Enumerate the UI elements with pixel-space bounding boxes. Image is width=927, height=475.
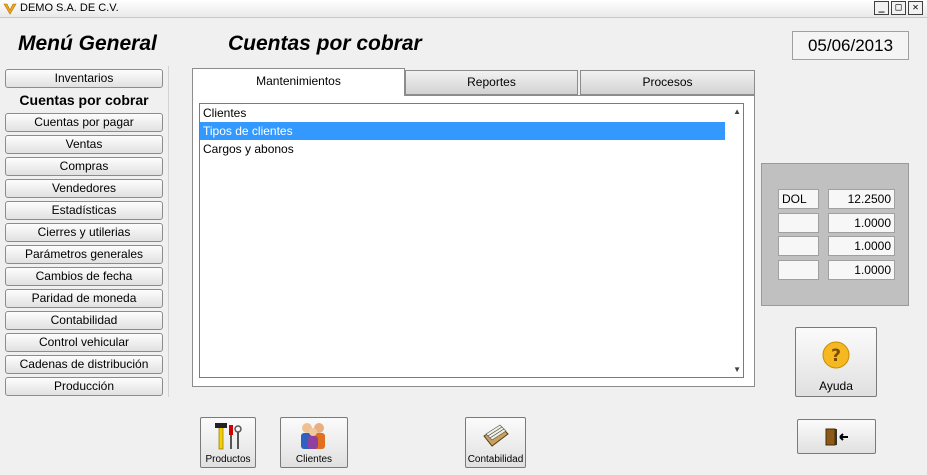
date-display: 05/06/2013 [792, 31, 909, 60]
window-titlebar: DEMO S.A. DE C.V. _ □ ✕ [0, 0, 927, 18]
currency-rate: 1.0000 [828, 213, 895, 233]
sidebar-item-cuentas-por-cobrar[interactable]: Cuentas por cobrar [5, 91, 163, 110]
scroll-up-arrow-icon[interactable]: ▲ [733, 107, 741, 116]
sidebar-item-inventarios[interactable]: Inventarios [5, 69, 163, 88]
svg-text:?: ? [831, 346, 841, 366]
list-item-tipos-de-clientes[interactable]: Tipos de clientes [200, 122, 725, 140]
currency-rates-panel: DOL 12.2500 1.0000 1.0000 1.0000 [761, 163, 909, 306]
sidebar-item-contabilidad[interactable]: Contabilidad [5, 311, 163, 330]
people-icon [301, 423, 325, 449]
sidebar-item-vendedores[interactable]: Vendedores [5, 179, 163, 198]
question-icon: ? [822, 341, 850, 369]
sidebar-item-cierres-y-utilerias[interactable]: Cierres y utilerias [5, 223, 163, 242]
list-item-cargos-y-abonos[interactable]: Cargos y abonos [200, 140, 725, 158]
currency-rate: 12.2500 [828, 189, 895, 209]
app-icon [3, 3, 17, 15]
sidebar-menu: Inventarios Cuentas por cobrar Cuentas p… [5, 69, 165, 399]
sidebar-item-compras[interactable]: Compras [5, 157, 163, 176]
maximize-button[interactable]: □ [891, 1, 906, 15]
tab-procesos[interactable]: Procesos [580, 70, 755, 95]
sidebar-item-cambios-de-fecha[interactable]: Cambios de fecha [5, 267, 163, 286]
sidebar-item-cuentas-por-pagar[interactable]: Cuentas por pagar [5, 113, 163, 132]
ayuda-button[interactable]: ? Ayuda [795, 327, 877, 397]
sidebar-item-parametros-generales[interactable]: Parámetros generales [5, 245, 163, 264]
close-button[interactable]: ✕ [908, 1, 923, 15]
contabilidad-button[interactable]: Contabilidad [465, 417, 526, 468]
currency-code [778, 260, 819, 280]
sidebar-item-produccion[interactable]: Producción [5, 377, 163, 396]
scroll-down-arrow-icon[interactable]: ▼ [733, 365, 741, 374]
sidebar-item-ventas[interactable]: Ventas [5, 135, 163, 154]
tab-reportes[interactable]: Reportes [405, 70, 578, 95]
exit-door-icon [825, 428, 848, 446]
sidebar-item-estadisticas[interactable]: Estadísticas [5, 201, 163, 220]
tab-mantenimientos[interactable]: Mantenimientos [192, 68, 405, 96]
sidebar-item-cadenas-de-distribucion[interactable]: Cadenas de distribución [5, 355, 163, 374]
contabilidad-label: Contabilidad [467, 454, 524, 465]
currency-code: DOL [778, 189, 819, 209]
currency-code [778, 213, 819, 233]
card-file-icon [482, 424, 509, 447]
currency-rate: 1.0000 [828, 260, 895, 280]
section-title: Cuentas por cobrar [228, 32, 422, 55]
menu-title: Menú General [18, 32, 157, 55]
currency-code [778, 236, 819, 256]
sidebar-item-paridad-de-moneda[interactable]: Paridad de moneda [5, 289, 163, 308]
tab-strip: Mantenimientos Reportes Procesos [192, 68, 755, 96]
minimize-button[interactable]: _ [874, 1, 889, 15]
productos-button[interactable]: Productos [200, 417, 256, 468]
clientes-button[interactable]: Clientes [280, 417, 348, 468]
productos-label: Productos [205, 454, 251, 465]
currency-rate: 1.0000 [828, 236, 895, 256]
tools-icon [215, 423, 242, 450]
exit-button[interactable] [797, 419, 876, 454]
ayuda-label: Ayuda [819, 379, 853, 393]
window-title: DEMO S.A. DE C.V. [20, 2, 119, 14]
sidebar-item-control-vehicular[interactable]: Control vehicular [5, 333, 163, 352]
list-item-clientes[interactable]: Clientes [200, 104, 725, 122]
clientes-label: Clientes [295, 454, 333, 465]
options-list[interactable]: Clientes Tipos de clientes Cargos y abon… [199, 103, 744, 378]
